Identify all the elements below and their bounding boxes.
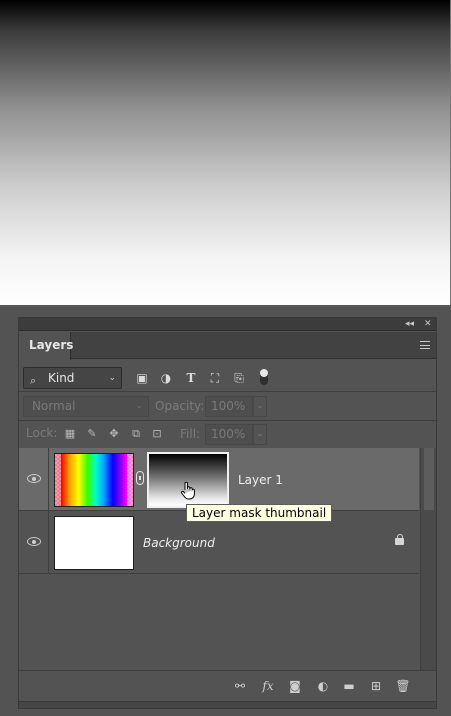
link-layers-icon[interactable]: ⚯: [232, 678, 248, 694]
blend-mode-value: Normal: [32, 399, 76, 413]
shape-filter-icon[interactable]: ⛶: [208, 371, 222, 385]
fill-label: Fill:: [180, 427, 201, 441]
fill-chevron-icon[interactable]: ⌄: [253, 424, 267, 445]
transparency-edge: [55, 454, 61, 506]
lock-position-icon[interactable]: ✥: [107, 427, 121, 441]
layers-bottom-bar: ⚯ fx ◙ ◐ ▬ ⊞ 🗑: [19, 670, 436, 701]
filter-kind-select[interactable]: ⌕ Kind ⌄: [23, 367, 122, 389]
layer-thumbnail[interactable]: [54, 516, 134, 570]
eye-icon: [27, 537, 41, 546]
smart-object-filter-icon[interactable]: ⎘: [232, 371, 246, 385]
new-group-icon[interactable]: ▬: [341, 678, 357, 694]
fill-input[interactable]: 100%: [205, 424, 253, 445]
canvas-edge: [0, 305, 451, 307]
layer-thumbnail[interactable]: [54, 453, 134, 507]
lock-image-icon[interactable]: ✎: [85, 427, 99, 441]
chevron-down-icon: ⌄: [135, 401, 143, 411]
panel-tabbar: Layers: [19, 332, 436, 360]
opacity-chevron-icon[interactable]: ⌄: [253, 396, 267, 417]
lock-all-icon[interactable]: ⊡: [150, 427, 164, 441]
layers-list: Layer 1 Background: [19, 448, 436, 670]
filter-kind-label: Kind: [48, 371, 75, 385]
add-mask-icon[interactable]: ◙: [287, 678, 303, 694]
lock-icon: [395, 534, 404, 545]
type-filter-icon[interactable]: T: [184, 371, 198, 385]
layer-row-layer-1[interactable]: Layer 1: [19, 448, 419, 511]
layer-name[interactable]: Layer 1: [238, 473, 283, 487]
scrollbar-thumb[interactable]: [424, 448, 434, 510]
chevron-down-icon: ⌄: [108, 373, 116, 383]
opacity-label: Opacity:: [155, 399, 205, 413]
divider: [19, 391, 436, 392]
filter-toggle[interactable]: [260, 369, 268, 385]
close-panel-icon[interactable]: ✕: [424, 318, 432, 331]
fx-icon[interactable]: fx: [260, 678, 276, 694]
lock-transparent-icon[interactable]: ▦: [63, 427, 77, 441]
layers-scrollbar[interactable]: [420, 448, 436, 670]
document-canvas[interactable]: [0, 0, 451, 305]
panel-menu-icon[interactable]: [420, 341, 430, 349]
visibility-toggle[interactable]: [19, 448, 49, 510]
transparency-edge: [127, 454, 133, 506]
eye-icon: [27, 474, 41, 483]
image-filter-icon[interactable]: ▣: [135, 371, 149, 385]
new-layer-icon[interactable]: ⊞: [368, 678, 384, 694]
search-icon: ⌕: [30, 374, 37, 387]
lock-label: Lock:: [26, 426, 58, 440]
panel-header-strip: ◂◂ ✕: [19, 318, 436, 331]
tooltip: Layer mask thumbnail: [186, 504, 333, 522]
delete-icon[interactable]: 🗑: [395, 678, 411, 694]
hand-cursor-icon: [181, 481, 195, 500]
divider: [19, 420, 436, 421]
blend-mode-select[interactable]: Normal ⌄: [23, 396, 149, 417]
mask-link-icon[interactable]: [136, 471, 144, 485]
adjustment-filter-icon[interactable]: ◑: [159, 371, 173, 385]
panel-resize-handle[interactable]: [19, 701, 436, 708]
lock-artboard-icon[interactable]: ⧉: [129, 427, 143, 441]
opacity-input[interactable]: 100%: [205, 396, 253, 417]
collapse-panel-icon[interactable]: ◂◂: [405, 318, 414, 331]
adjustment-layer-icon[interactable]: ◐: [315, 678, 331, 694]
tab-layers[interactable]: Layers: [19, 332, 73, 360]
visibility-toggle[interactable]: [19, 511, 49, 573]
layer-name[interactable]: Background: [143, 536, 215, 550]
